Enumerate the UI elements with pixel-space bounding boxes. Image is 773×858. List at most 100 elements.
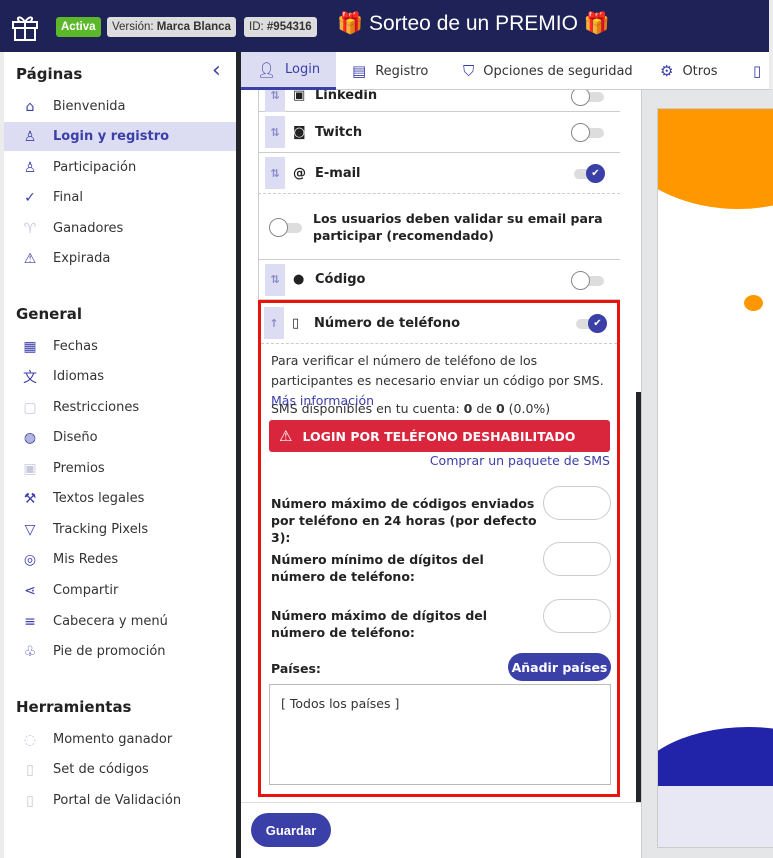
min-digits-input[interactable] [543,542,611,576]
menu-icon: ≡ [24,613,36,630]
sidebar-item-label: Tracking Pixels [53,522,149,537]
max-codes-label: Número máximo de códigos enviados por te… [271,496,537,545]
tab-opciones-seguridad[interactable]: ⛉ Opciones de seguridad [463,52,633,90]
preview-orange-dot [744,295,763,311]
sidebar-item-label: Final [53,190,83,205]
lock-icon: ▢ [23,399,37,416]
share-icon: ⋖ [24,582,36,599]
tab-login[interactable]: 👤︎ Login [241,52,336,90]
user-add-icon: ♙ [23,159,37,176]
trophy-icon: ♈ [23,220,37,237]
countries-list[interactable]: [ Todos los países ] [269,684,611,785]
phone-icon: ▯ [292,315,300,331]
sidebar-section-title: Páginas [16,65,83,83]
max-digits-label: Número máximo de dígitos del número de t… [271,608,488,640]
check-icon: ✓ [24,189,36,206]
tab-more[interactable]: ▯ [753,52,770,90]
sidebar-item-textos-legales[interactable]: ⚒ Textos legales [4,484,236,513]
sidebar-item-label: Mis Redes [53,552,119,567]
method-row-phone: ↑ ▯ Número de teléfono ✔ [261,303,617,344]
sidebar-item-ganadores[interactable]: ♈ Ganadores [4,214,236,243]
warning-icon: ⚠ [23,250,37,267]
sidebar-item-label: Idiomas [53,369,105,384]
save-button[interactable]: Guardar [251,813,331,847]
toggle-email[interactable]: ✔ [571,163,605,183]
sidebar-item-fechas[interactable]: ▦ Fechas [4,332,236,361]
sidebar-item-compartir[interactable]: ⋖ Compartir [4,576,236,605]
document-icon: ▯ [753,62,762,80]
calendar-icon: ▦ [23,338,37,355]
warning-icon: ⚠ [279,427,293,445]
sidebar-item-final[interactable]: ✓ Final [4,183,236,212]
method-row-email: ⇅ @ E-mail ✔ [258,153,620,194]
sidebar-section-title: Herramientas [16,698,132,716]
sidebar-item-label: Pie de promoción [53,644,166,659]
page-title: 🎁 Sorteo de un PREMIO 🎁 [337,12,610,35]
twitch-icon: ◙ [293,124,306,140]
sidebar-item-label: Participación [53,160,137,175]
sidebar-item-premios[interactable]: ▣ Premios [4,454,236,483]
sidebar-item-bienvenida[interactable]: ⌂ Bienvenida [4,92,236,121]
tab-registro[interactable]: ▤ Registro [352,52,428,90]
person-icon: ● [293,272,305,287]
countries-label: Países: [271,661,321,676]
drag-handle-icon[interactable]: ⇅ [265,90,285,112]
preview-footer [658,786,773,847]
sidebar-item-label: Compartir [53,583,119,598]
sidebar-item-cabecera-y-menu[interactable]: ≡ Cabecera y menú [4,607,236,636]
drag-handle-icon[interactable]: ⇅ [265,116,285,148]
filter-icon: ▽ [24,521,36,538]
min-digits-label: Número mínimo de dígitos del número de t… [271,552,484,584]
sidebar-item-label: Ganadores [53,221,124,236]
sidebar-item-tracking-pixels[interactable]: ▽ Tracking Pixels [4,515,236,544]
max-digits-input[interactable] [543,599,611,633]
sidebar-item-idiomas[interactable]: 文 Idiomas [4,362,236,391]
tab-otros[interactable]: ⚙ Otros [660,52,718,90]
translate-icon: 文 [23,369,37,386]
sms-balance: SMS disponibles en tu cuenta: 0 de 0 (0.… [271,401,551,416]
tab-bar: 👤︎ Login ▤ Registro ⛉ Opciones de seguridad… [241,52,773,90]
footer-bar: Guardar [241,802,641,858]
sidebar-item-portal-de-validacion[interactable]: ▯ Portal de Validación [4,786,236,815]
collapse-sidebar-icon[interactable]: ‹ [212,58,221,83]
sidebar-item-label: Restricciones [53,400,140,415]
sidebar-item-login-y-registro[interactable]: ♙ Login y registro [4,122,236,151]
drag-handle-icon[interactable]: ⇅ [265,157,285,189]
sidebar-item-participacion[interactable]: ♙ Participación [4,153,236,182]
sidebar-item-expirada[interactable]: ⚠ Expirada [4,244,236,273]
clipboard-icon: ▤ [352,62,367,80]
add-countries-button[interactable]: Añadir países [508,653,611,681]
shield-icon: ⛉ [463,62,475,80]
sidebar-item-pie-de-promocion[interactable]: ♧ Pie de promoción [4,637,236,666]
sidebar-item-label: Textos legales [53,491,145,506]
mobile-preview: ☰ [641,90,773,858]
status-badge: Activa [56,17,101,37]
buy-sms-link[interactable]: Comprar un paquete de SMS [430,451,610,471]
method-row-twitch: ⇅ ◙ Twitch [258,112,620,153]
sidebar-item-label: Momento ganador [53,732,173,747]
sidebar-item-label: Premios [53,461,105,476]
sidebar-item-mis-redes[interactable]: ◎ Mis Redes [4,545,236,574]
toggle-twitch[interactable] [571,122,605,142]
max-codes-input[interactable] [543,486,611,520]
drag-handle-icon[interactable]: ⇅ [265,263,285,296]
globe-icon: ◎ [23,551,37,568]
sidebar-item-set-de-codigos[interactable]: ▯ Set de códigos [4,755,236,784]
sidebar-item-diseno[interactable]: ◍ Diseño [4,423,236,452]
sidebar-item-label: Portal de Validación [53,793,182,808]
sidebar-section-title: General [16,305,82,323]
sidebar-item-label: Set de códigos [53,762,149,777]
toggle-codigo[interactable] [571,270,605,290]
drag-handle-icon[interactable]: ↑ [264,307,284,339]
toggle-email-validate[interactable] [269,217,303,237]
phone-disabled-alert: ⚠ LOGIN POR TELÉFONO DESHABILITADO [269,420,610,452]
toggle-phone[interactable]: ✔ [573,313,607,333]
gavel-icon: ⚒ [23,490,37,507]
method-row-linkedin: ⇅ ▣ Linkedin [258,90,620,112]
gift-icon: ▣ [23,460,37,477]
stopwatch-icon: ◌ [23,731,37,748]
sidebar-item-momento-ganador[interactable]: ◌ Momento ganador [4,725,236,754]
toggle-linkedin[interactable] [571,90,605,106]
sidebar-item-restricciones[interactable]: ▢ Restricciones [4,393,236,422]
foot-icon: ♧ [23,643,37,660]
